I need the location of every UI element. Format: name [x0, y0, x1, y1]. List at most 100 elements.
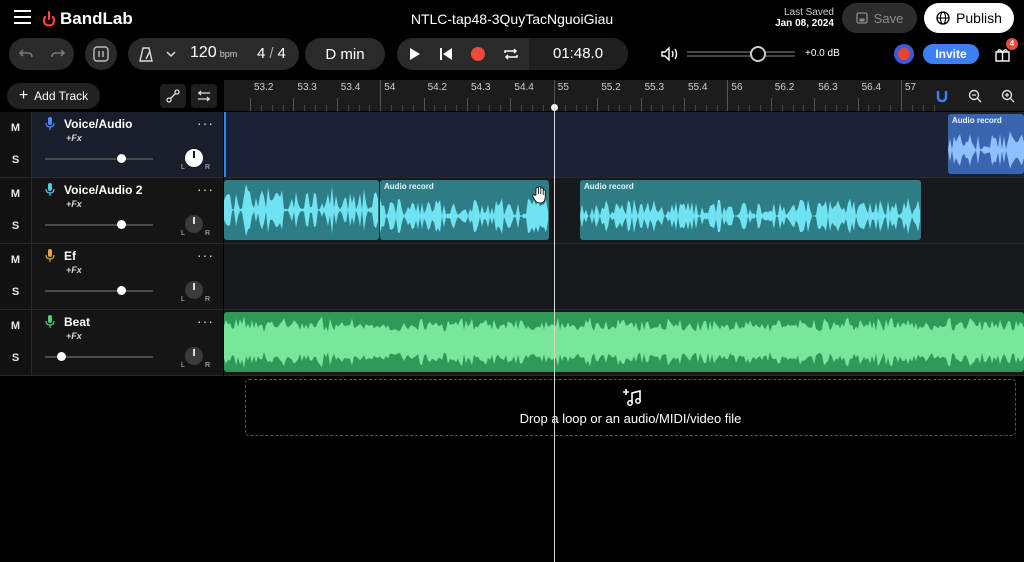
pan-knob[interactable] [183, 279, 205, 301]
lane-voice-audio[interactable]: Audio record [224, 112, 1024, 178]
drop-zone[interactable]: Drop a loop or an audio/MIDI/video file [245, 379, 1016, 436]
track-options-button[interactable]: ··· [197, 247, 214, 263]
track-header-voice-audio-2[interactable]: M S Voice/Audio 2 +Fx ··· L R [0, 178, 223, 244]
pan-knob[interactable] [183, 345, 205, 367]
track-volume-knob[interactable] [57, 352, 67, 361]
zoom-in-icon [1001, 89, 1015, 103]
track-name[interactable]: Voice/Audio [64, 117, 132, 131]
microphone-icon [45, 117, 55, 130]
track-options-button[interactable]: ··· [197, 115, 214, 131]
track-header-ef[interactable]: M S Ef +Fx ··· L R [0, 244, 223, 310]
mute-button[interactable]: M [0, 122, 31, 134]
audio-clip[interactable] [224, 180, 379, 240]
master-volume-button[interactable] [659, 43, 681, 65]
metronome-button[interactable] [135, 43, 157, 65]
clip-label: Audio record [584, 182, 634, 191]
record-button[interactable] [467, 43, 489, 65]
redo-button[interactable] [46, 42, 70, 66]
snap-toggle-button[interactable] [85, 38, 117, 70]
mute-button[interactable]: M [0, 188, 31, 200]
snap-magnet-button[interactable] [932, 86, 952, 106]
audio-clip[interactable]: Audio record [380, 180, 549, 240]
pan-left-label: L [181, 296, 185, 303]
metronome-options-button[interactable] [162, 44, 180, 64]
mute-button[interactable]: M [0, 254, 31, 266]
track-header-voice-audio[interactable]: M S Voice/Audio +Fx ··· L R [0, 112, 223, 178]
ruler-subtick [835, 105, 837, 111]
ruler-subtick [846, 105, 848, 111]
master-volume-slider[interactable] [687, 46, 795, 62]
lane-beat[interactable] [224, 310, 1024, 376]
track-panel: + Add Track M S Voice/Audio +Fx ··· L R … [0, 80, 223, 562]
waveform-path [224, 183, 378, 237]
record-mode-button[interactable] [894, 44, 914, 64]
skip-back-icon [440, 48, 452, 60]
loop-icon [504, 48, 518, 60]
invite-label: Invite [935, 47, 967, 61]
track-options-button[interactable]: ··· [197, 181, 214, 197]
fx-button[interactable]: +Fx [66, 265, 82, 275]
key-button[interactable]: D min [305, 38, 385, 70]
chevron-down-icon [166, 51, 176, 57]
fx-button[interactable]: +Fx [66, 331, 82, 341]
track-name[interactable]: Ef [64, 249, 76, 263]
publish-button[interactable]: Publish [924, 3, 1014, 33]
add-track-button[interactable]: + Add Track [7, 83, 100, 109]
track-options-button[interactable]: ··· [197, 313, 214, 329]
undo-button[interactable] [14, 42, 38, 66]
track-name[interactable]: Voice/Audio 2 [64, 183, 142, 197]
audio-clip[interactable]: Audio record [948, 114, 1024, 174]
mute-button[interactable]: M [0, 320, 31, 332]
track-volume-slider[interactable] [45, 158, 153, 160]
ruler-subtick [532, 105, 534, 111]
solo-button[interactable]: S [0, 286, 31, 298]
track-volume-knob[interactable] [116, 220, 126, 229]
track-volume-slider[interactable] [45, 224, 153, 226]
zoom-out-button[interactable] [965, 86, 985, 106]
track-volume-slider[interactable] [45, 290, 153, 292]
ruler-tick-label: 53.4 [340, 82, 361, 93]
master-volume-knob[interactable] [750, 46, 767, 62]
track-header-beat[interactable]: M S Beat +Fx ··· L R [0, 310, 223, 376]
invite-button[interactable]: Invite [923, 44, 979, 64]
zoom-in-button[interactable] [998, 86, 1018, 106]
play-button[interactable] [404, 43, 426, 65]
lane-ef[interactable] [224, 244, 1024, 310]
ruler-subtick [705, 105, 707, 111]
solo-button[interactable]: S [0, 154, 31, 166]
tools-button[interactable] [191, 84, 217, 108]
save-button[interactable]: Save [842, 3, 917, 33]
clip-label: Audio record [384, 182, 434, 191]
solo-button[interactable]: S [0, 220, 31, 232]
loop-button[interactable] [500, 43, 522, 65]
timeline-ruler[interactable]: 53.2 53.3 53.4 54 54.2 54.3 54.4 55 55.2 55.3 55.4… [224, 80, 1024, 111]
lane-voice-audio-2[interactable]: Audio record Audio record [224, 178, 1024, 244]
time-signature-numerator: 4 [257, 45, 266, 62]
automation-button[interactable] [160, 84, 186, 108]
track-volume-knob[interactable] [116, 286, 126, 295]
time-signature-field[interactable]: 4 / 4 [257, 45, 286, 62]
audio-clip[interactable]: Audio record [580, 180, 921, 240]
pan-knob[interactable] [183, 147, 205, 169]
ruler-subtick [271, 105, 273, 111]
pan-knob[interactable] [183, 213, 205, 235]
ruler-tick-label: 56.3 [818, 82, 838, 93]
lane-selection-edge [224, 112, 226, 177]
grid-icon [93, 46, 109, 62]
track-name[interactable]: Beat [64, 315, 90, 329]
time-display[interactable]: 01:48.0 [553, 45, 603, 62]
audio-clip[interactable] [224, 312, 1024, 372]
ruler-subtick [434, 105, 436, 111]
tempo-field[interactable]: 120 bpm [190, 44, 237, 64]
ruler-tick-line [510, 98, 512, 111]
track-volume-knob[interactable] [116, 154, 126, 163]
undo-icon [18, 49, 33, 58]
ruler-tick-label: 55.2 [601, 82, 621, 93]
clip-waveform [224, 183, 378, 237]
ruler-subtick [651, 105, 653, 111]
solo-button[interactable]: S [0, 352, 31, 364]
microphone-icon [45, 249, 55, 262]
fx-button[interactable]: +Fx [66, 199, 82, 209]
fx-button[interactable]: +Fx [66, 133, 82, 143]
rewind-button[interactable] [435, 43, 457, 65]
